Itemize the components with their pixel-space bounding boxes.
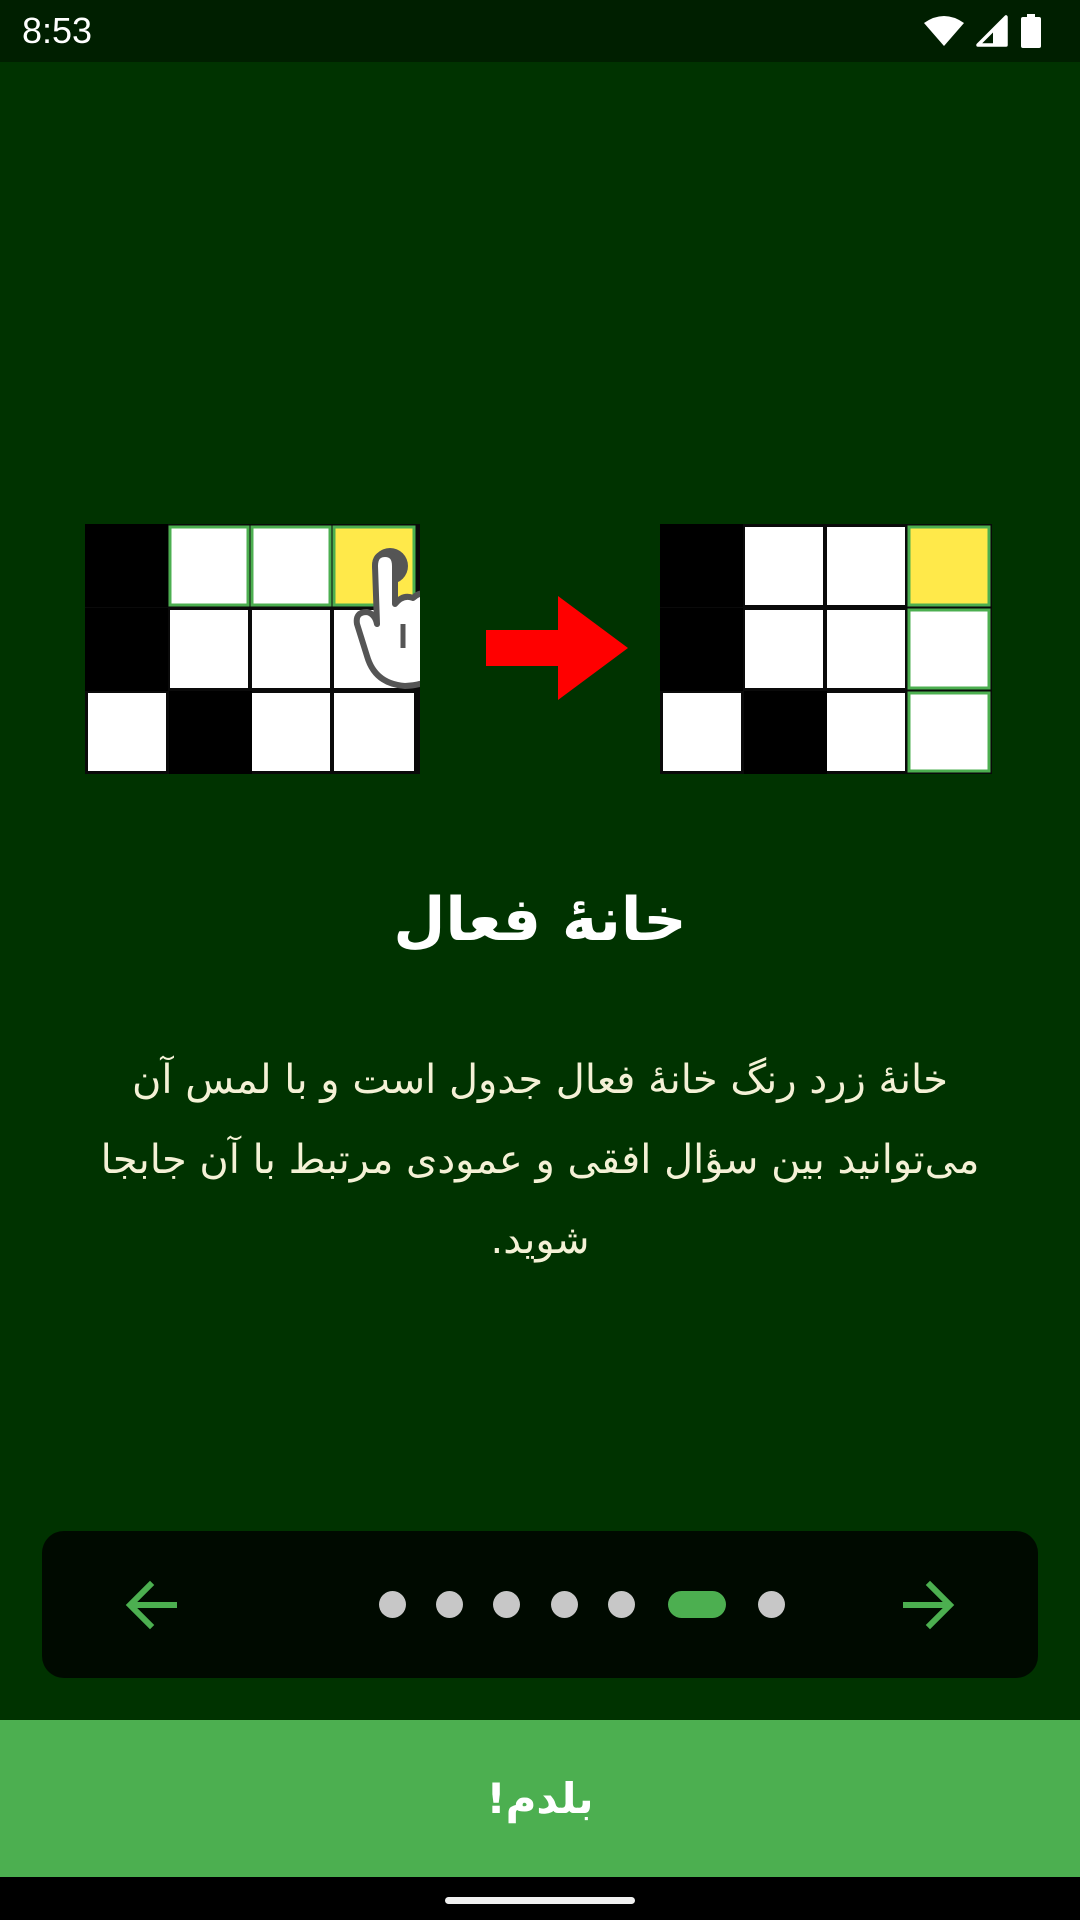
pager-panel bbox=[42, 1531, 1038, 1678]
page-title: خانهٔ فعال bbox=[393, 885, 687, 955]
got-it-button[interactable]: بلدم! bbox=[0, 1720, 1080, 1877]
signal-icon bbox=[976, 15, 1008, 47]
page-dot[interactable] bbox=[758, 1591, 785, 1618]
page-dot[interactable] bbox=[608, 1591, 635, 1618]
page-dot-active[interactable] bbox=[668, 1591, 726, 1618]
page-dot[interactable] bbox=[379, 1591, 406, 1618]
right-arrow-icon bbox=[486, 596, 628, 700]
arrow-right-icon[interactable] bbox=[896, 1573, 960, 1637]
page-dot[interactable] bbox=[551, 1591, 578, 1618]
status-time: 8:53 bbox=[22, 10, 93, 51]
onboarding-screen: 8:53 خانهٔ فعال خانهٔ زرد رنگ خانهٔ فعال… bbox=[0, 0, 1080, 1920]
page-indicator bbox=[42, 1531, 1038, 1678]
wifi-icon bbox=[924, 16, 964, 46]
page-dot[interactable] bbox=[436, 1591, 463, 1618]
status-icons bbox=[924, 12, 1042, 50]
crossword-after-illustration bbox=[660, 524, 992, 774]
page-description: خانهٔ زرد رنگ خانهٔ فعال جدول است و با ل… bbox=[100, 1057, 980, 1263]
page-dot[interactable] bbox=[493, 1591, 520, 1618]
status-bar: 8:53 bbox=[0, 0, 1080, 62]
home-indicator[interactable] bbox=[445, 1897, 635, 1904]
battery-icon bbox=[1021, 14, 1041, 48]
crossword-before-illustration bbox=[85, 524, 420, 774]
